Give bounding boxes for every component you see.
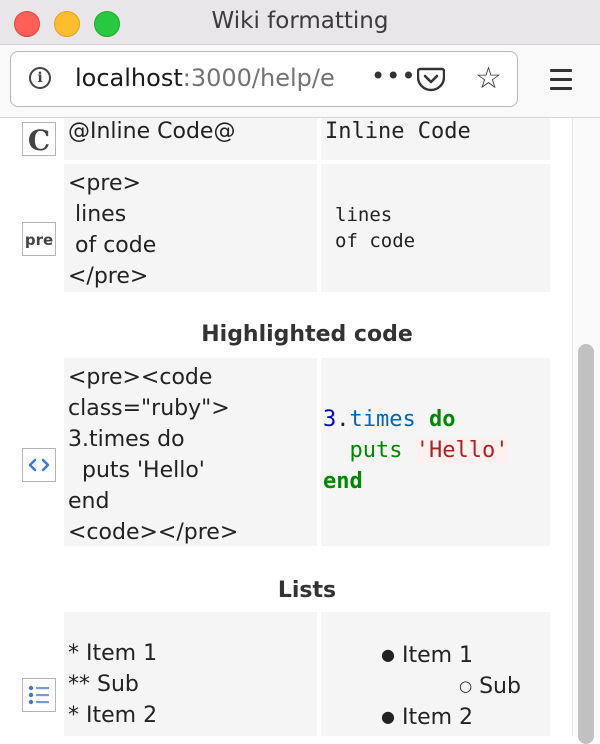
- pocket-icon[interactable]: [417, 66, 445, 92]
- list-item-label: Item 2: [401, 705, 474, 730]
- vertical-scrollbar-thumb[interactable]: [578, 344, 594, 744]
- code-brackets-icon: [22, 448, 56, 482]
- url-host: localhost: [75, 64, 183, 92]
- pre-result-cell: lines of code: [321, 164, 550, 292]
- page-content: C @Inline Code@ Inline Code pre <pre> li…: [0, 118, 572, 736]
- highlighted-code-heading: Highlighted code: [201, 322, 413, 347]
- inline-code-result-cell: Inline Code: [321, 118, 550, 160]
- lists-source: * Item 1 ** Sub * Item 2: [68, 641, 158, 728]
- code-keyword-end: end: [323, 469, 363, 494]
- code-string: 'Hello': [415, 438, 509, 463]
- pre-source: <pre> lines of code </pre>: [68, 171, 157, 289]
- url-text[interactable]: localhost:3000/help/e: [75, 64, 375, 92]
- code-number: 3: [323, 407, 337, 432]
- inline-code-icon: C: [22, 122, 56, 156]
- window-title: Wiki formatting: [211, 8, 389, 34]
- url-path: :3000/help/e: [182, 64, 335, 92]
- page-actions-button[interactable]: •••: [371, 62, 416, 90]
- highlighted-source: <pre><code class="ruby"> 3.times do puts…: [68, 365, 239, 545]
- list-item-label: Item 1: [401, 643, 474, 668]
- inline-code-source: @Inline Code@: [68, 119, 236, 144]
- inline-code-source-cell: @Inline Code@: [64, 118, 317, 160]
- lists-result-cell: ● Item 1 ○ Sub ● Item 2: [321, 612, 550, 736]
- code-keyword-do: do: [428, 407, 456, 432]
- info-icon[interactable]: i: [29, 67, 51, 89]
- pre-result: lines of code: [335, 204, 416, 252]
- code-dot: .: [336, 407, 350, 432]
- window-titlebar: Wiki formatting: [0, 0, 600, 45]
- highlighted-result-cell: 3.times do puts 'Hello' end: [321, 358, 550, 546]
- browser-toolbar: i localhost:3000/help/e ••• ☆: [0, 45, 600, 118]
- address-bar[interactable]: i localhost:3000/help/e ••• ☆: [10, 51, 518, 107]
- bullet-circle-icon: ○: [459, 677, 473, 695]
- lists-heading: Lists: [277, 578, 337, 603]
- code-puts: puts: [349, 438, 403, 463]
- list-item: ● Item 2: [381, 702, 473, 734]
- list-subitem: ○ Sub: [459, 671, 521, 704]
- highlighted-source-cell: <pre><code class="ruby"> 3.times do puts…: [64, 358, 317, 546]
- pre-source-cell: <pre> lines of code </pre>: [64, 164, 317, 292]
- svg-text:C: C: [28, 124, 50, 155]
- pre-icon: pre: [22, 222, 56, 256]
- bullet-disc-icon: ●: [381, 707, 395, 726]
- inline-code-result: Inline Code: [325, 119, 471, 144]
- code-method: times: [349, 407, 416, 432]
- hamburger-menu-icon[interactable]: [550, 69, 572, 96]
- svg-text:pre: pre: [25, 231, 53, 249]
- list-icon: [22, 678, 56, 712]
- lists-source-cell: * Item 1 ** Sub * Item 2: [64, 612, 317, 736]
- list-subitem-label: Sub: [479, 674, 521, 699]
- list-item: ● Item 1: [381, 640, 473, 672]
- bookmark-star-icon[interactable]: ☆: [475, 64, 502, 94]
- bullet-disc-icon: ●: [381, 645, 395, 664]
